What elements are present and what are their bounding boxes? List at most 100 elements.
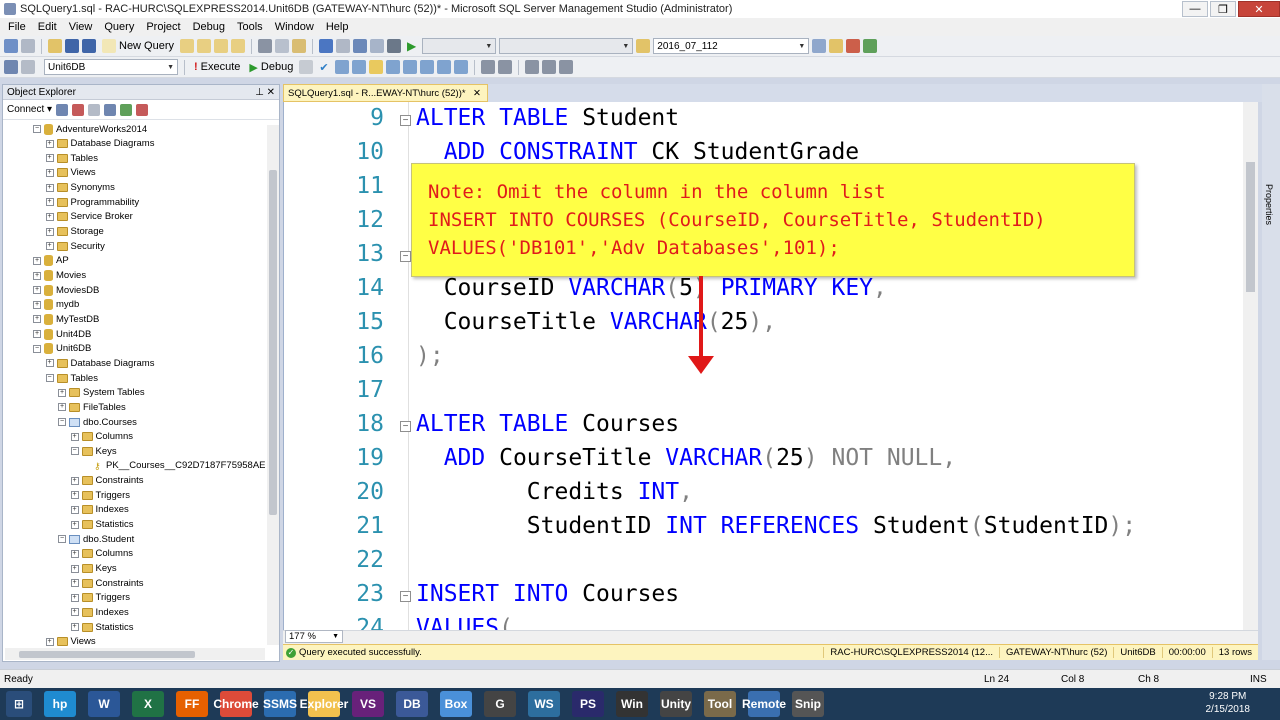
tab-sqlquery1[interactable]: SQLQuery1.sql - R...EWAY-NT\hurc (52))* … <box>283 84 488 102</box>
taskbar-app-icon[interactable]: Snip <box>792 691 824 717</box>
parse-icon[interactable]: ✔ <box>316 61 331 74</box>
code-line[interactable]: ALTER TABLE Student <box>416 105 679 131</box>
expand-icon[interactable]: + <box>70 520 79 529</box>
expand-icon[interactable]: + <box>70 491 79 500</box>
expand-icon[interactable]: + <box>70 579 79 588</box>
collapse-icon[interactable]: − <box>33 125 41 133</box>
decrease-indent-icon[interactable] <box>524 60 539 74</box>
object-explorer-icon[interactable] <box>812 39 827 53</box>
tree-node[interactable]: + Unit4DB <box>33 327 91 341</box>
collapse-region-icon[interactable]: − <box>400 251 411 262</box>
restore-button[interactable]: ❐ <box>1210 1 1236 17</box>
debug-button[interactable]: ▶ Debug <box>246 61 296 74</box>
menu-edit[interactable]: Edit <box>32 21 63 33</box>
mdx-query-icon[interactable] <box>214 39 229 53</box>
tree-node[interactable]: + Statistics <box>70 518 134 532</box>
specify-values-icon[interactable] <box>558 60 573 74</box>
database-combo[interactable]: Unit6DB ▼ <box>44 59 178 75</box>
taskbar-clock[interactable]: 9:28 PM 2/15/2018 <box>1206 690 1251 716</box>
editor-vscrollbar[interactable] <box>1243 102 1258 630</box>
window-icon[interactable] <box>370 39 385 53</box>
tree-node[interactable]: + Views <box>45 635 96 648</box>
properties-icon[interactable] <box>829 39 844 53</box>
code-line[interactable]: INSERT INTO Courses <box>416 581 679 607</box>
tree-node[interactable]: − AdventureWorks2014 <box>33 122 147 136</box>
code-line[interactable]: StudentID INT REFERENCES Student(Student… <box>416 513 1136 539</box>
cancel-query-icon[interactable] <box>299 60 314 74</box>
scroll-thumb[interactable] <box>269 170 277 515</box>
menu-window[interactable]: Window <box>269 21 320 33</box>
expand-icon[interactable]: + <box>45 242 54 251</box>
add-item-icon[interactable] <box>21 39 35 53</box>
tree-node[interactable]: + System Tables <box>58 386 145 400</box>
start-button-icon[interactable]: ⊞ <box>6 691 32 717</box>
tree-node[interactable]: + Tables <box>45 151 98 165</box>
tree-node[interactable]: + Triggers <box>70 591 130 605</box>
tree-node[interactable]: − Tables <box>45 371 98 385</box>
taskbar-app-icon[interactable]: Tool <box>704 691 736 717</box>
tree-node[interactable]: + Columns <box>70 547 133 561</box>
tree-node[interactable]: + Triggers <box>70 488 130 502</box>
menu-tools[interactable]: Tools <box>231 21 269 33</box>
tree-node[interactable]: − dbo.Student <box>58 532 134 546</box>
close-button[interactable]: ✕ <box>1238 1 1280 17</box>
menu-query[interactable]: Query <box>98 21 140 33</box>
expand-icon[interactable]: + <box>70 564 79 573</box>
expand-icon[interactable]: + <box>45 183 54 192</box>
expand-icon[interactable]: + <box>45 168 54 177</box>
tree-node[interactable]: + MyTestDB <box>33 312 99 326</box>
toolbox-icon[interactable] <box>846 39 861 53</box>
copy-icon[interactable] <box>275 39 290 53</box>
expand-icon[interactable]: + <box>70 549 79 558</box>
xmla-query-icon[interactable] <box>231 39 246 53</box>
taskbar-app-icon[interactable]: X <box>132 691 164 717</box>
collapse-region-icon[interactable]: − <box>400 591 411 602</box>
tree-node[interactable]: − Keys <box>70 444 117 458</box>
new-query-button[interactable]: New Query <box>99 39 177 53</box>
editor-hscrollbar[interactable] <box>283 630 1258 644</box>
expand-icon[interactable]: + <box>33 256 41 265</box>
tree-node[interactable]: − Unit6DB <box>33 342 91 356</box>
code-line[interactable]: CourseTitle VARCHAR(25), <box>416 309 776 335</box>
expand-icon[interactable]: + <box>45 139 54 148</box>
taskbar-app-icon[interactable]: WS <box>528 691 560 717</box>
tree-node[interactable]: + Statistics <box>70 620 134 634</box>
expand-icon[interactable]: + <box>45 637 54 646</box>
analysis-query-icon[interactable] <box>197 39 212 53</box>
menu-project[interactable]: Project <box>140 21 186 33</box>
save-all-icon[interactable] <box>82 39 96 53</box>
menu-view[interactable]: View <box>63 21 99 33</box>
properties-side-panel[interactable]: Properties <box>1262 84 1280 660</box>
tree-node[interactable]: + Storage <box>45 225 104 239</box>
include-plan-icon[interactable] <box>385 60 400 74</box>
registered-servers-icon[interactable] <box>863 39 878 53</box>
save-icon[interactable] <box>65 39 79 53</box>
tree-node[interactable]: + Programmability <box>45 195 139 209</box>
taskbar-app-icon[interactable]: PS <box>572 691 604 717</box>
tree-node[interactable]: + AP <box>33 254 69 268</box>
query-designer-icon[interactable] <box>351 60 366 74</box>
properties-tab[interactable]: Properties <box>1264 184 1274 225</box>
results-to-icon[interactable] <box>368 60 383 74</box>
expand-icon[interactable]: + <box>33 330 41 339</box>
taskbar-app-icon[interactable]: VS <box>352 691 384 717</box>
menu-help[interactable]: Help <box>320 21 355 33</box>
refresh-icon[interactable] <box>120 103 133 116</box>
tree-node[interactable]: + Security <box>45 239 105 253</box>
tree-node[interactable]: ⚷ PK__Courses__C92D7187F75958AE <box>83 459 265 473</box>
expand-icon[interactable]: + <box>45 198 54 207</box>
collapse-icon[interactable]: − <box>70 447 79 456</box>
collapse-region-icon[interactable]: − <box>400 115 411 126</box>
expand-icon[interactable]: + <box>33 286 41 295</box>
taskbar-app-icon[interactable]: Win <box>616 691 648 717</box>
taskbar-app-icon[interactable]: Box <box>440 691 472 717</box>
tree-node[interactable]: − dbo.Courses <box>58 415 137 429</box>
expand-icon[interactable]: + <box>70 608 79 617</box>
code-line[interactable]: ADD CourseTitle VARCHAR(25) NOT NULL, <box>416 445 956 471</box>
tree-node[interactable]: + Synonyms <box>45 181 115 195</box>
expand-icon[interactable]: + <box>70 476 79 485</box>
uncomment-icon[interactable] <box>497 60 512 74</box>
code-line[interactable]: Credits INT, <box>416 479 693 505</box>
expand-icon[interactable]: + <box>45 212 54 221</box>
taskbar-app-icon[interactable]: FF <box>176 691 208 717</box>
